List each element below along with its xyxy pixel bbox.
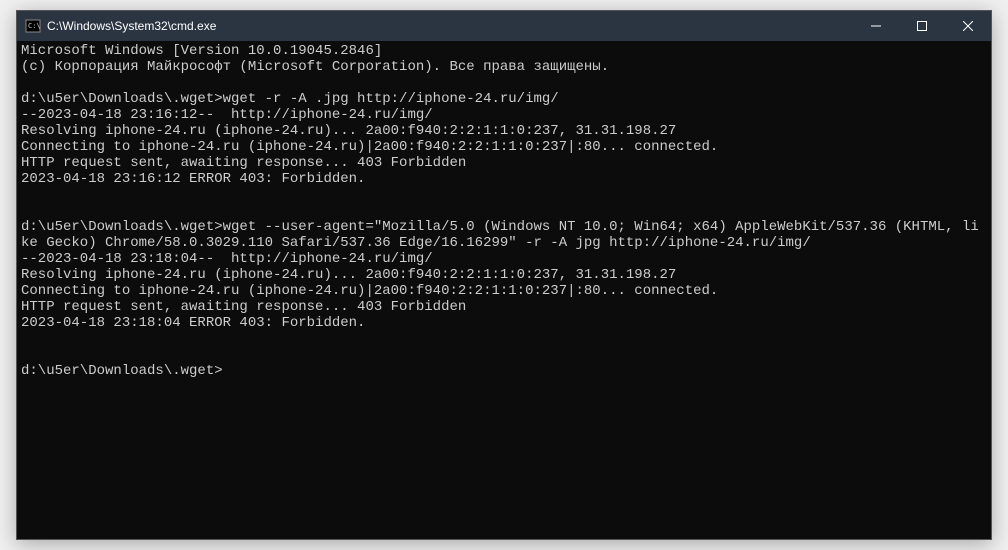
terminal-line: --2023-04-18 23:16:12-- http://iphone-24… (21, 107, 987, 123)
terminal-line: d:\u5er\Downloads\.wget>wget --user-agen… (21, 219, 987, 251)
terminal-line: Connecting to iphone-24.ru (iphone-24.ru… (21, 139, 987, 155)
terminal-line: d:\u5er\Downloads\.wget> (21, 363, 987, 379)
titlebar-buttons (853, 11, 991, 41)
close-button[interactable] (945, 11, 991, 41)
terminal-line: 2023-04-18 23:18:04 ERROR 403: Forbidden… (21, 315, 987, 331)
titlebar-left: C:\ C:\Windows\System32\cmd.exe (17, 18, 216, 34)
cmd-icon: C:\ (25, 18, 41, 34)
terminal-line: HTTP request sent, awaiting response... … (21, 155, 987, 171)
terminal-line: HTTP request sent, awaiting response... … (21, 299, 987, 315)
terminal-line (21, 331, 987, 347)
minimize-button[interactable] (853, 11, 899, 41)
terminal-line: 2023-04-18 23:16:12 ERROR 403: Forbidden… (21, 171, 987, 187)
terminal-line (21, 347, 987, 363)
window-title: C:\Windows\System32\cmd.exe (47, 19, 216, 33)
titlebar[interactable]: C:\ C:\Windows\System32\cmd.exe (17, 11, 991, 41)
svg-text:C:\: C:\ (28, 22, 41, 30)
terminal-line: Microsoft Windows [Version 10.0.19045.28… (21, 43, 987, 59)
terminal-line: d:\u5er\Downloads\.wget>wget -r -A .jpg … (21, 91, 987, 107)
terminal-output[interactable]: Microsoft Windows [Version 10.0.19045.28… (17, 41, 991, 539)
terminal-line (21, 203, 987, 219)
terminal-line (21, 75, 987, 91)
terminal-line: Resolving iphone-24.ru (iphone-24.ru)...… (21, 267, 987, 283)
terminal-line (21, 187, 987, 203)
terminal-line: (c) Корпорация Майкрософт (Microsoft Cor… (21, 59, 987, 75)
maximize-button[interactable] (899, 11, 945, 41)
cmd-window: C:\ C:\Windows\System32\cmd.exe Microsof… (16, 10, 992, 540)
terminal-line: --2023-04-18 23:18:04-- http://iphone-24… (21, 251, 987, 267)
terminal-line: Resolving iphone-24.ru (iphone-24.ru)...… (21, 123, 987, 139)
terminal-line: Connecting to iphone-24.ru (iphone-24.ru… (21, 283, 987, 299)
